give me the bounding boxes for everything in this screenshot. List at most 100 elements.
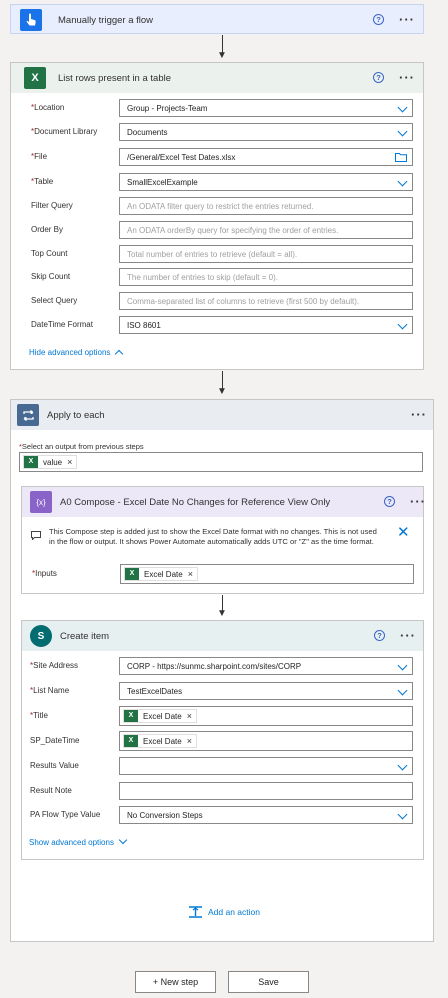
title-input[interactable]: X Excel Date ×	[119, 706, 413, 726]
arrow-down-icon: ▼	[217, 50, 227, 61]
list-rows-header[interactable]: X List rows present in a table ? ···	[11, 63, 423, 93]
remove-token-icon[interactable]: ×	[187, 736, 192, 746]
sharepoint-icon: S	[30, 625, 52, 647]
results-value-dropdown[interactable]	[119, 757, 413, 775]
compose-note: This Compose step is added just to show …	[49, 527, 377, 546]
document-library-label: *Document Library	[31, 127, 98, 136]
list-rows-title: List rows present in a table	[58, 73, 172, 84]
skip-count-input[interactable]: The number of entries to skip (default =…	[119, 268, 413, 286]
add-action-icon	[189, 906, 202, 918]
create-item-title: Create item	[60, 631, 110, 642]
excel-date-token[interactable]: X Excel Date ×	[123, 734, 197, 748]
comment-icon	[31, 531, 41, 540]
chevron-down-icon	[397, 685, 408, 696]
pa-flow-type-dropdown[interactable]: No Conversion Steps	[119, 806, 413, 824]
chevron-down-icon	[397, 760, 408, 771]
pa-flow-type-label: PA Flow Type Value	[30, 810, 101, 819]
new-step-button[interactable]: + New step	[135, 971, 216, 993]
touch-trigger-icon	[20, 9, 42, 31]
compose-icon: {x}	[30, 491, 52, 513]
excel-icon: X	[24, 456, 38, 468]
more-options-icon[interactable]: ···	[411, 408, 427, 421]
select-query-input[interactable]: Comma-separated list of columns to retri…	[119, 292, 413, 310]
hide-advanced-options-link[interactable]: Hide advanced options	[29, 348, 124, 359]
more-options-icon[interactable]: ···	[410, 495, 426, 508]
skip-count-label: Skip Count	[31, 272, 71, 281]
help-icon[interactable]: ?	[374, 630, 385, 641]
help-icon[interactable]: ?	[373, 14, 384, 25]
document-library-dropdown[interactable]: Documents	[119, 123, 413, 141]
file-label: *File	[31, 152, 48, 161]
remove-token-icon[interactable]: ×	[67, 457, 72, 467]
loop-icon	[17, 404, 39, 426]
list-rows-card: X List rows present in a table ? ··· *Lo…	[10, 62, 424, 370]
top-count-label: Top Count	[31, 249, 68, 258]
compose-card: {x} A0 Compose - Excel Date No Changes f…	[21, 486, 426, 594]
result-note-input[interactable]	[119, 782, 413, 800]
filter-query-input[interactable]: An ODATA filter query to restrict the en…	[119, 197, 413, 215]
list-name-dropdown[interactable]: TestExcelDates	[119, 682, 413, 700]
arrow-down-icon: ▼	[217, 608, 227, 619]
apply-to-each-header[interactable]: Apply to each ···	[11, 400, 433, 430]
apply-to-each-title: Apply to each	[47, 410, 105, 421]
sp-datetime-label: SP_DateTime	[30, 736, 80, 745]
inputs-label: *Inputs	[32, 569, 57, 578]
top-count-input[interactable]: Total number of entries to retrieve (def…	[119, 245, 413, 263]
datetime-format-dropdown[interactable]: ISO 8601	[119, 316, 413, 334]
create-item-header[interactable]: S Create item ? ···	[22, 621, 423, 651]
remove-token-icon[interactable]: ×	[187, 711, 192, 721]
title-label: *Title	[30, 711, 48, 720]
save-button[interactable]: Save	[228, 971, 309, 993]
folder-icon[interactable]	[395, 153, 407, 162]
more-options-icon[interactable]: ···	[399, 71, 415, 84]
inputs-field[interactable]: X Excel Date ×	[120, 564, 414, 584]
excel-date-token[interactable]: X Excel Date ×	[123, 709, 197, 723]
help-icon[interactable]: ?	[384, 496, 395, 507]
excel-icon: X	[124, 735, 138, 747]
chevron-down-icon	[397, 102, 408, 113]
excel-date-token[interactable]: X Excel Date ×	[124, 567, 198, 581]
trigger-title: Manually trigger a flow	[58, 15, 154, 26]
chevron-down-icon	[118, 835, 128, 845]
compose-title: A0 Compose - Excel Date No Changes for R…	[60, 497, 331, 508]
more-options-icon[interactable]: ···	[399, 13, 415, 26]
location-label: *Location	[31, 103, 65, 112]
create-item-card: S Create item ? ··· *Site Address CORP -…	[21, 620, 424, 860]
result-note-label: Result Note	[30, 786, 72, 795]
chevron-down-icon	[397, 126, 408, 137]
apply-to-each-card: Apply to each ··· *Select an output from…	[10, 399, 434, 942]
chevron-down-icon	[397, 660, 408, 671]
table-label: *Table	[31, 177, 54, 186]
excel-icon: X	[24, 67, 46, 89]
excel-icon: X	[125, 568, 139, 580]
datetime-format-label: DateTime Format	[31, 320, 93, 329]
excel-icon: X	[124, 710, 138, 722]
remove-token-icon[interactable]: ×	[188, 569, 193, 579]
site-address-dropdown[interactable]: CORP - https://sunmc.sharpoint.com/sites…	[119, 657, 413, 675]
results-value-label: Results Value	[30, 761, 79, 770]
table-dropdown[interactable]: SmallExcelExample	[119, 173, 413, 191]
location-dropdown[interactable]: Group - Projects-Team	[119, 99, 413, 117]
site-address-label: *Site Address	[30, 661, 79, 670]
arrow-down-icon: ▼	[217, 386, 227, 397]
sp-datetime-input[interactable]: X Excel Date ×	[119, 731, 413, 751]
select-output-input[interactable]: X value ×	[19, 452, 423, 472]
help-icon[interactable]: ?	[373, 72, 384, 83]
chevron-down-icon	[397, 809, 408, 820]
order-by-input[interactable]: An ODATA orderBy query for specifying th…	[119, 221, 413, 239]
select-output-label: *Select an output from previous steps	[19, 442, 144, 451]
compose-header[interactable]: {x} A0 Compose - Excel Date No Changes f…	[22, 487, 426, 517]
order-by-label: Order By	[31, 225, 64, 234]
chevron-down-icon	[397, 319, 408, 330]
close-icon[interactable]: ✕	[397, 525, 410, 540]
chevron-down-icon	[397, 176, 408, 187]
value-token[interactable]: X value ×	[23, 455, 78, 469]
file-input[interactable]: /General/Excel Test Dates.xlsx	[119, 148, 413, 166]
select-query-label: Select Query	[31, 296, 78, 305]
trigger-card[interactable]: Manually trigger a flow ? ···	[10, 4, 424, 34]
filter-query-label: Filter Query	[31, 201, 73, 210]
show-advanced-options-link[interactable]: Show advanced options	[29, 835, 128, 847]
chevron-up-icon	[115, 349, 124, 359]
more-options-icon[interactable]: ···	[400, 629, 416, 642]
add-action-button[interactable]: Add an action	[189, 906, 260, 918]
